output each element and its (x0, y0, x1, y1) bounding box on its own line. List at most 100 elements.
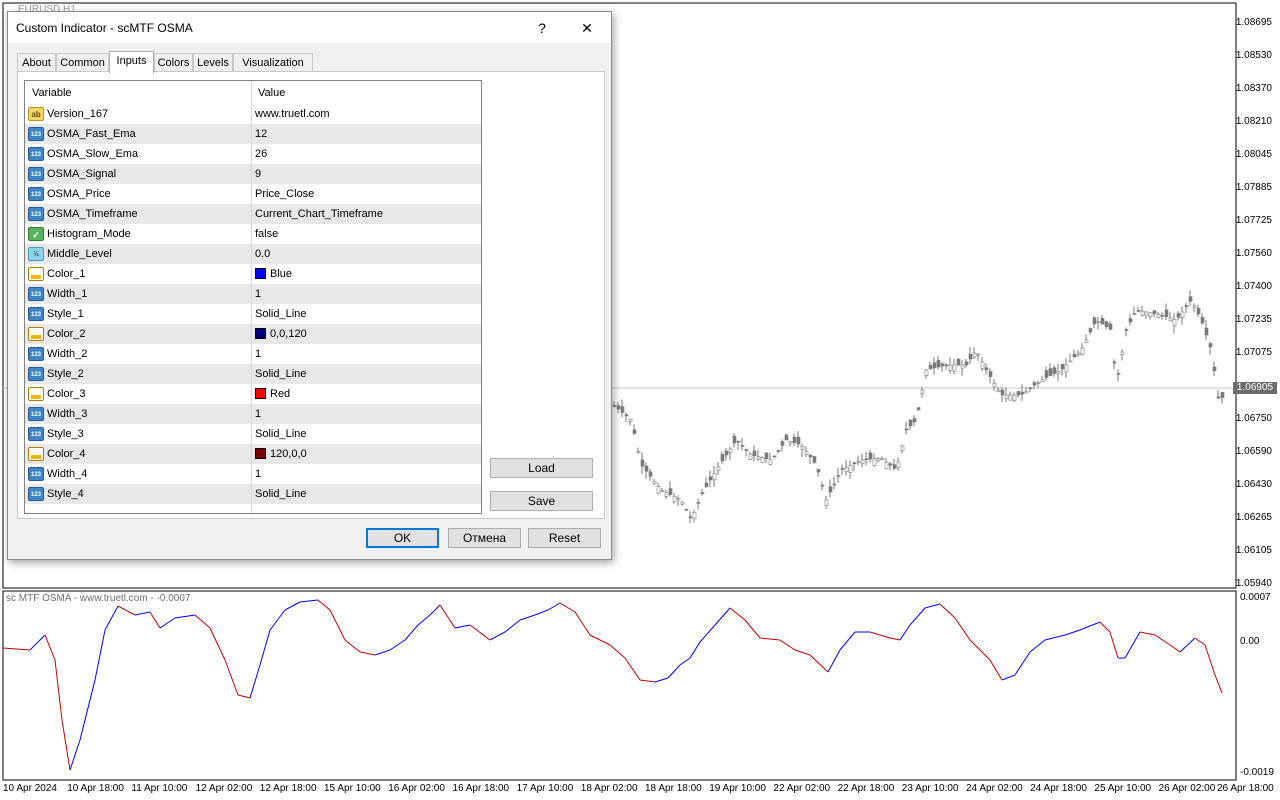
cancel-button[interactable]: Отмена (448, 528, 521, 548)
variable-value[interactable]: Solid_Line (255, 488, 306, 500)
header-variable[interactable]: Variable (32, 87, 72, 99)
candle-body (1052, 367, 1057, 374)
tab-inputs[interactable]: Inputs (109, 51, 154, 73)
candle-body (1112, 361, 1117, 364)
tab-colors[interactable]: Colors (154, 53, 193, 72)
candle-body (1028, 387, 1033, 390)
grid-row[interactable]: 123 OSMA_Price Price_Close (25, 184, 481, 204)
grid-row[interactable]: ✓ Histogram_Mode false (25, 224, 481, 244)
osma-line-segment (1099, 621, 1111, 633)
variable-value[interactable]: 120,0,0 (255, 448, 307, 460)
osma-line-segment (29, 634, 46, 651)
osma-line-segment (869, 631, 891, 639)
grid-row[interactable]: 123 OSMA_Slow_Ema 26 (25, 144, 481, 164)
inputs-grid[interactable]: Variable Value ab Version_167 www.truetl.c… (24, 80, 482, 514)
osma-line-segment (69, 739, 81, 771)
grid-row[interactable]: 123 OSMA_Signal 9 (25, 164, 481, 184)
osma-line-segment (454, 624, 471, 629)
osma-line-segment (224, 659, 239, 696)
grid-row[interactable]: Color_4 120,0,0 (25, 444, 481, 464)
dialog-titlebar[interactable]: Custom Indicator - scMTF OSMA ? ✕ (8, 12, 611, 43)
tab-levels[interactable]: Levels (193, 53, 233, 72)
integer-icon: 123 (28, 427, 44, 441)
ok-button[interactable]: OK (366, 528, 439, 548)
load-button[interactable]: Load (490, 458, 593, 478)
indicator-dialog[interactable]: Custom Indicator - scMTF OSMA ? ✕ About … (7, 11, 612, 560)
osma-line-segment (417, 614, 431, 626)
grid-row[interactable]: 123 Style_4 Solid_Line (25, 484, 481, 504)
osma-line-segment (744, 619, 761, 639)
candle-body (684, 509, 689, 511)
candle-body (920, 389, 925, 394)
tab-visualization[interactable]: Visualization (233, 53, 313, 72)
candle-body (908, 419, 913, 427)
grid-row[interactable]: 123 Style_3 Solid_Line (25, 424, 481, 444)
variable-value-text: Solid_Line (255, 488, 307, 500)
grid-row[interactable]: Color_1 Blue (25, 264, 481, 284)
osma-line-segment (1014, 651, 1031, 676)
grid-row[interactable]: Color_3 Red (25, 384, 481, 404)
variable-value[interactable]: false (255, 228, 278, 240)
close-icon[interactable]: ✕ (575, 17, 599, 39)
osma-line-segment (469, 624, 491, 641)
grid-row[interactable]: 123 Style_2 Solid_Line (25, 364, 481, 384)
grid-row[interactable]: 123 Width_1 1 (25, 284, 481, 304)
variable-value[interactable]: Solid_Line (255, 308, 306, 320)
grid-row[interactable]: 123 Style_1 Solid_Line (25, 304, 481, 324)
variable-value[interactable]: 12 (255, 128, 267, 140)
candle-body (840, 468, 845, 470)
variable-value[interactable]: 9 (255, 168, 261, 180)
help-button[interactable]: ? (530, 17, 554, 39)
candle-body (948, 364, 953, 371)
grid-row[interactable]: ab Version_167 www.truetl.com (25, 104, 481, 124)
variable-value[interactable]: www.truetl.com (255, 108, 330, 120)
save-button[interactable]: Save (490, 491, 593, 511)
candle-body (832, 483, 837, 486)
osma-line-segment (79, 679, 96, 741)
variable-value[interactable]: Solid_Line (255, 428, 306, 440)
candle-body (1024, 390, 1029, 394)
osma-line-segment (344, 639, 361, 653)
variable-value[interactable]: 1 (255, 348, 261, 360)
candle-body (956, 358, 961, 366)
grid-row[interactable]: 123 Width_3 1 (25, 404, 481, 424)
price-label: 1.08530 (1235, 50, 1272, 61)
candle-body (640, 459, 645, 467)
variable-value[interactable]: Red (255, 388, 290, 400)
grid-row[interactable]: 123 OSMA_Fast_Ema 12 (25, 124, 481, 144)
column-divider[interactable] (251, 81, 252, 513)
time-label: 16 Apr 02:00 (388, 783, 445, 794)
osma-line-segment (194, 614, 211, 629)
variable-name: Width_1 (47, 288, 88, 300)
variable-value[interactable]: 1 (255, 408, 261, 420)
variable-value[interactable]: 0.0 (255, 248, 270, 260)
grid-row[interactable]: 123 Width_4 1 (25, 464, 481, 484)
variable-value[interactable]: 0,0,120 (255, 328, 307, 340)
grid-row[interactable]: 123 Width_2 1 (25, 344, 481, 364)
time-label: 22 Apr 18:00 (837, 783, 895, 794)
osma-line-segment (939, 603, 956, 619)
osma-line-segment (839, 631, 856, 651)
variable-value[interactable]: 1 (255, 288, 261, 300)
osma-line-segment (679, 657, 691, 666)
grid-row[interactable]: 123 OSMA_Timeframe Current_Chart_Timeframe (25, 204, 481, 224)
variable-value[interactable]: 1 (255, 468, 261, 480)
variable-value[interactable]: Price_Close (255, 188, 314, 200)
candle-body (632, 429, 637, 434)
header-value[interactable]: Value (258, 87, 285, 99)
variable-value[interactable]: Solid_Line (255, 368, 306, 380)
variable-value[interactable]: Current_Chart_Timeframe (255, 208, 383, 220)
variable-value[interactable]: Blue (255, 268, 292, 280)
grid-row[interactable]: Color_2 0,0,120 (25, 324, 481, 344)
integer-icon: 123 (28, 207, 44, 221)
variable-value[interactable]: 26 (255, 148, 267, 160)
price-label: 1.06590 (1235, 446, 1272, 457)
candle-body (716, 466, 721, 471)
tab-about[interactable]: About (17, 53, 56, 72)
candle-body (704, 482, 709, 487)
tab-common[interactable]: Common (56, 53, 109, 72)
candle-body (1128, 318, 1133, 323)
price-label: 1.08370 (1235, 83, 1272, 94)
grid-row[interactable]: ½ Middle_Level 0.0 (25, 244, 481, 264)
reset-button[interactable]: Reset (528, 528, 601, 548)
